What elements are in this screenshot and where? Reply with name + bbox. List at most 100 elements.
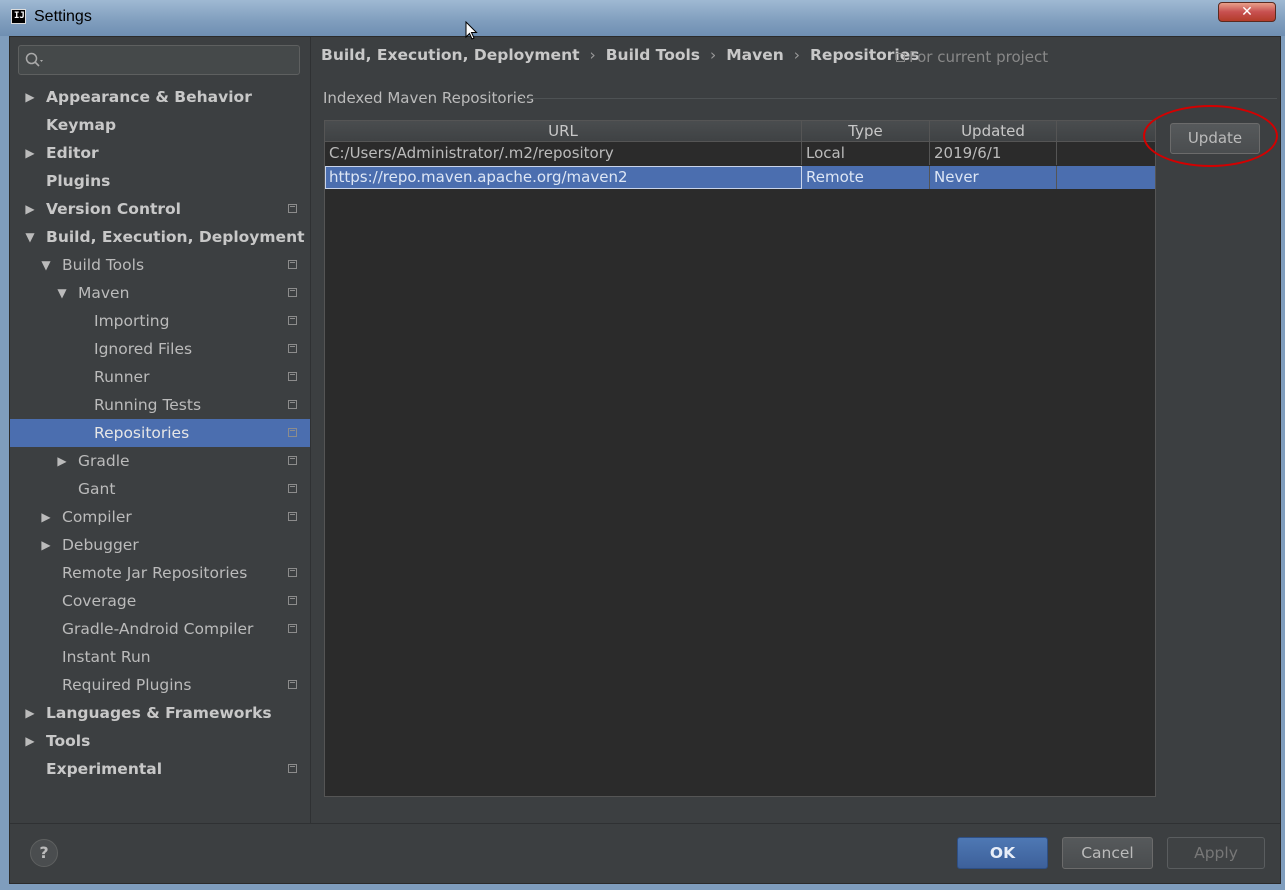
project-scope-icon xyxy=(288,624,297,633)
sidebar-item-label: Runner xyxy=(94,368,150,386)
sidebar-item-label: Coverage xyxy=(62,592,137,610)
sidebar-item-label: Gradle-Android Compiler xyxy=(62,620,254,638)
sidebar-item-required-plugins[interactable]: Required Plugins xyxy=(10,671,310,699)
help-button[interactable]: ? xyxy=(30,839,58,867)
sidebar-item-compiler[interactable]: ▶ Compiler xyxy=(10,503,310,531)
project-scope-icon xyxy=(288,456,297,465)
project-scope-icon xyxy=(896,53,905,62)
project-scope-icon xyxy=(288,484,297,493)
sidebar-item-gant[interactable]: Gant xyxy=(10,475,310,503)
table-cell-extra xyxy=(1057,142,1155,165)
window-frame-left xyxy=(0,36,9,890)
sidebar-item-label: Appearance & Behavior xyxy=(46,88,252,106)
sidebar-item-label: Experimental xyxy=(46,760,163,778)
table-cell-url: https://repo.maven.apache.org/maven2 xyxy=(325,166,802,189)
for-current-project-label: For current project xyxy=(896,48,1048,66)
sidebar-item-version-control[interactable]: ▶ Version Control xyxy=(10,195,310,223)
search-icon xyxy=(25,52,43,67)
sidebar-item-label: Editor xyxy=(46,144,99,162)
column-header-url[interactable]: URL xyxy=(325,121,802,141)
expand-right-icon[interactable]: ▶ xyxy=(56,447,68,475)
breadcrumb-separator-icon: › xyxy=(710,46,717,64)
sidebar-item-instant-run[interactable]: Instant Run xyxy=(10,643,310,671)
sidebar-item-editor[interactable]: ▶ Editor xyxy=(10,139,310,167)
section-title: Indexed Maven Repositories xyxy=(323,89,534,107)
sidebar-item-label: Gant xyxy=(78,480,116,498)
sidebar-item-remote-jar-repositories[interactable]: Remote Jar Repositories xyxy=(10,559,310,587)
sidebar-item-label: Build, Execution, Deployment xyxy=(46,228,305,246)
project-scope-icon xyxy=(288,680,297,689)
sidebar-item-label: Required Plugins xyxy=(62,676,192,694)
breadcrumb-item[interactable]: Build Tools xyxy=(606,46,700,64)
window-frame-right xyxy=(1281,36,1285,890)
repositories-table[interactable]: URL Type Updated C:/Users/Administrator/… xyxy=(324,120,1156,797)
column-header-type[interactable]: Type xyxy=(802,121,930,141)
project-scope-icon xyxy=(288,288,297,297)
table-cell-updated: 2019/6/1 xyxy=(930,142,1057,165)
section-divider xyxy=(522,98,1277,99)
project-scope-icon xyxy=(288,372,297,381)
sidebar-item-label: Compiler xyxy=(62,508,132,526)
sidebar-item-keymap[interactable]: Keymap xyxy=(10,111,310,139)
window-title: Settings xyxy=(34,8,92,25)
project-scope-icon xyxy=(288,204,297,213)
expand-down-icon[interactable]: ▼ xyxy=(56,279,68,307)
sidebar-item-ignored-files[interactable]: Ignored Files xyxy=(10,335,310,363)
sidebar-item-appearance-behavior[interactable]: ▶ Appearance & Behavior xyxy=(10,83,310,111)
project-scope-icon xyxy=(288,568,297,577)
sidebar-item-maven[interactable]: ▼ Maven xyxy=(10,279,310,307)
expand-right-icon[interactable]: ▶ xyxy=(24,699,36,727)
settings-tree: ▶ Appearance & Behavior Keymap ▶ Editor Plugi… xyxy=(10,83,310,783)
column-header-extra xyxy=(1057,121,1155,141)
sidebar-item-label: Running Tests xyxy=(94,396,202,414)
breadcrumb-item[interactable]: Maven xyxy=(726,46,784,64)
sidebar-item-build-tools[interactable]: ▼ Build Tools xyxy=(10,251,310,279)
sidebar-item-running-tests[interactable]: Running Tests xyxy=(10,391,310,419)
sidebar-item-repositories[interactable]: Repositories xyxy=(10,419,310,447)
sidebar-item-label: Tools xyxy=(46,732,91,750)
expand-right-icon[interactable]: ▶ xyxy=(24,727,36,755)
table-cell-extra xyxy=(1057,166,1155,189)
column-header-updated[interactable]: Updated xyxy=(930,121,1057,141)
table-row[interactable]: C:/Users/Administrator/.m2/repository Loc… xyxy=(325,142,1155,165)
window-close-button[interactable]: ✕ xyxy=(1218,2,1276,22)
sidebar-item-languages-frameworks[interactable]: ▶ Languages & Frameworks xyxy=(10,699,310,727)
cancel-button[interactable]: Cancel xyxy=(1062,837,1153,869)
sidebar-item-experimental[interactable]: Experimental xyxy=(10,755,310,783)
table-row[interactable]: https://repo.maven.apache.org/maven2 Remo… xyxy=(325,166,1155,189)
sidebar-item-label: Ignored Files xyxy=(94,340,193,358)
sidebar-item-label: Languages & Frameworks xyxy=(46,704,272,722)
settings-dialog: ▶ Appearance & Behavior Keymap ▶ Editor Plugi… xyxy=(9,36,1281,884)
breadcrumb-separator-icon: › xyxy=(793,46,800,64)
sidebar-item-label: Debugger xyxy=(62,536,139,554)
sidebar-item-gradle-android-compiler[interactable]: Gradle-Android Compiler xyxy=(10,615,310,643)
project-scope-icon xyxy=(288,260,297,269)
expand-right-icon[interactable]: ▶ xyxy=(40,531,52,559)
expand-down-icon[interactable]: ▼ xyxy=(24,223,36,251)
sidebar-item-coverage[interactable]: Coverage xyxy=(10,587,310,615)
annotation-circle xyxy=(1143,105,1278,167)
expand-right-icon[interactable]: ▶ xyxy=(24,83,36,111)
settings-sidebar: ▶ Appearance & Behavior Keymap ▶ Editor Plugi… xyxy=(10,37,311,823)
breadcrumb-item[interactable]: Build, Execution, Deployment xyxy=(321,46,580,64)
sidebar-item-plugins[interactable]: Plugins xyxy=(10,167,310,195)
sidebar-item-runner[interactable]: Runner xyxy=(10,363,310,391)
table-cell-updated: Never xyxy=(930,166,1057,189)
project-scope-icon xyxy=(288,344,297,353)
sidebar-item-importing[interactable]: Importing xyxy=(10,307,310,335)
sidebar-item-tools[interactable]: ▶ Tools xyxy=(10,727,310,755)
apply-button[interactable]: Apply xyxy=(1167,837,1265,869)
settings-search-input[interactable] xyxy=(18,45,300,75)
sidebar-item-gradle[interactable]: ▶ Gradle xyxy=(10,447,310,475)
sidebar-item-build-execution-deployment[interactable]: ▼ Build, Execution, Deployment xyxy=(10,223,310,251)
project-scope-icon xyxy=(288,428,297,437)
table-cell-url: C:/Users/Administrator/.m2/repository xyxy=(325,142,802,165)
table-header: URL Type Updated xyxy=(325,121,1155,142)
ok-button[interactable]: OK xyxy=(957,837,1048,869)
sidebar-item-debugger[interactable]: ▶ Debugger xyxy=(10,531,310,559)
expand-right-icon[interactable]: ▶ xyxy=(24,139,36,167)
sidebar-item-label: Maven xyxy=(78,284,130,302)
expand-right-icon[interactable]: ▶ xyxy=(40,503,52,531)
expand-down-icon[interactable]: ▼ xyxy=(40,251,52,279)
expand-right-icon[interactable]: ▶ xyxy=(24,195,36,223)
